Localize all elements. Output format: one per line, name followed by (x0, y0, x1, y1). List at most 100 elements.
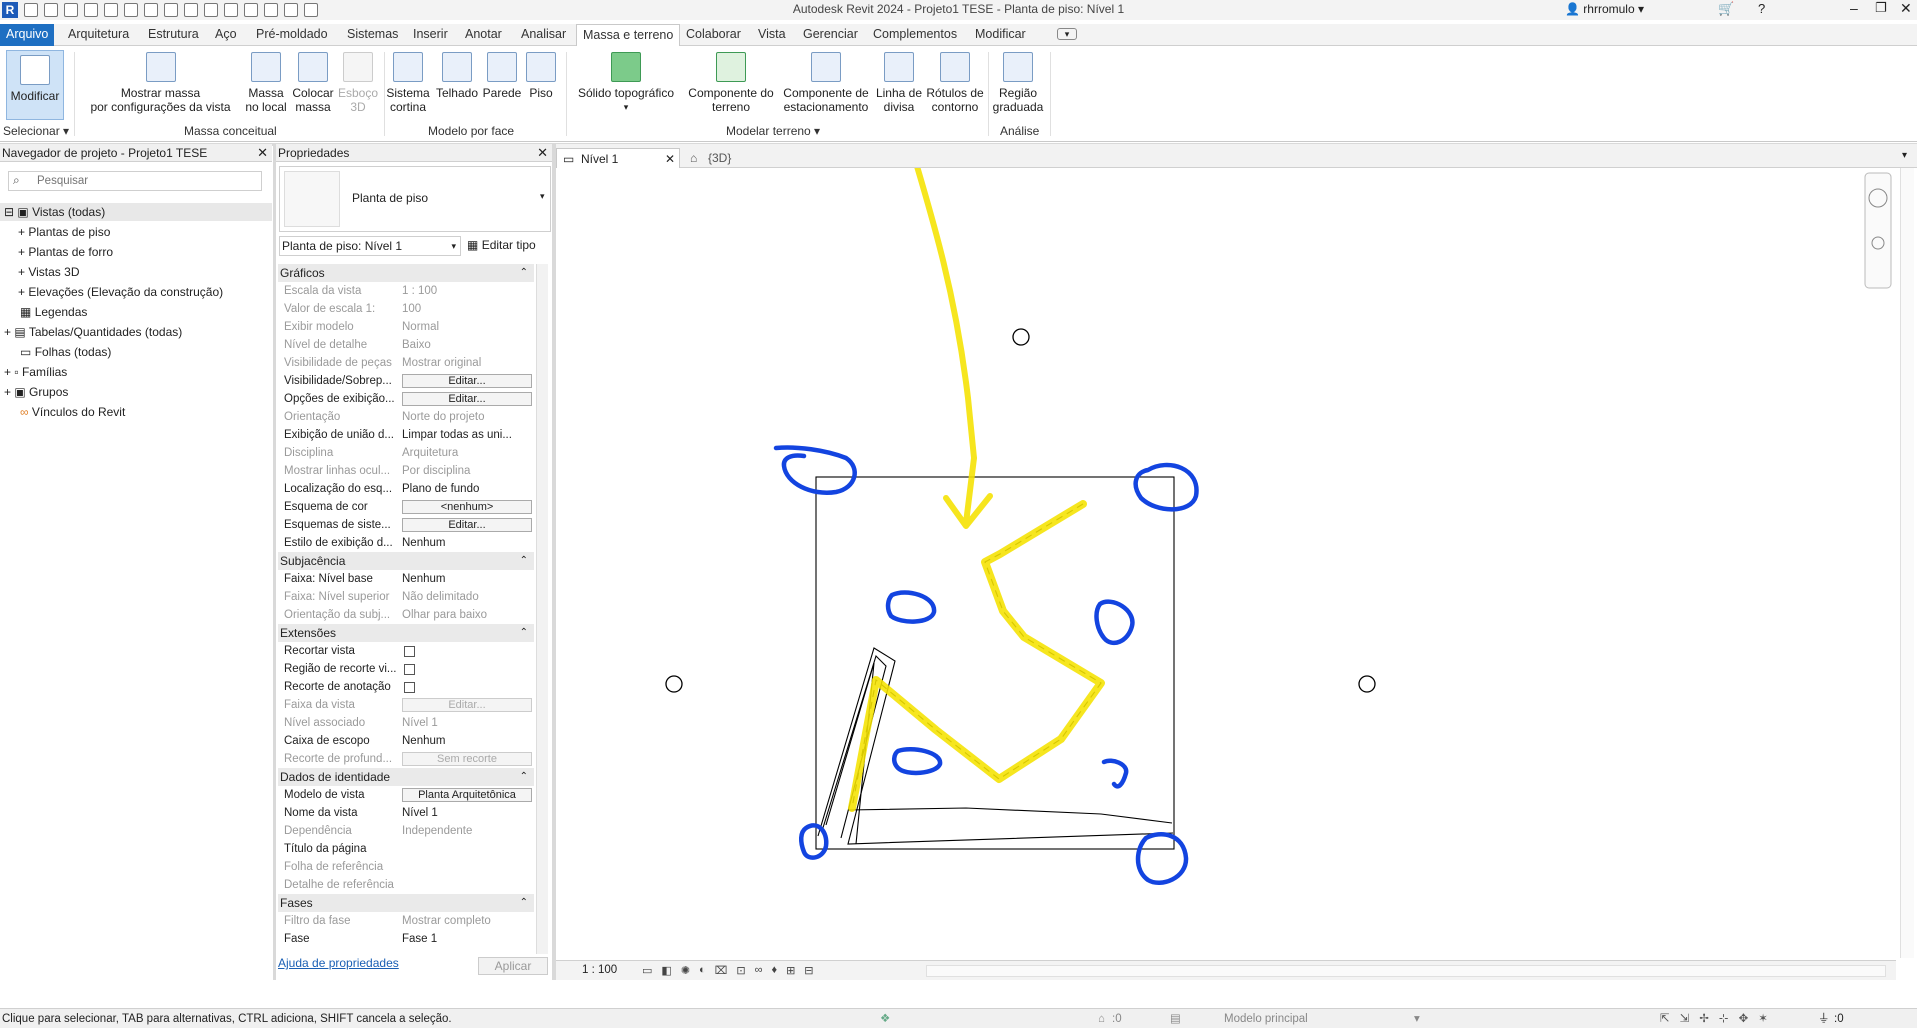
browser-search[interactable]: ⌕ (8, 171, 262, 191)
property-row[interactable]: Faixa: Nível base Nenhum (278, 570, 534, 588)
pane-splitter[interactable] (273, 144, 276, 980)
property-edit-button[interactable]: Sem recorte (402, 752, 532, 766)
property-row[interactable]: Valor de escala 1: 100 (278, 300, 534, 318)
property-row[interactable]: Detalhe de referência (278, 876, 534, 894)
toposolid-button[interactable]: Sólido topográfico ▾ (574, 52, 678, 114)
property-row[interactable]: Nível associado Nível 1 (278, 714, 534, 732)
vertical-scrollbar[interactable] (1900, 168, 1914, 958)
inplace-mass-button[interactable]: Massa no local (243, 52, 289, 114)
property-row[interactable]: Esquema de cor <nenhum> (278, 498, 534, 516)
property-row[interactable]: Nome da vista Nível 1 (278, 804, 534, 822)
curtain-system-button[interactable]: Sistema cortina (386, 52, 430, 114)
property-row[interactable]: Orientação da subj... Olhar para baixo (278, 606, 534, 624)
tree-item-folhas[interactable]: ▭ Folhas (todas) (20, 345, 111, 359)
tab-analisar[interactable]: Analisar (521, 27, 566, 41)
tree-item-plantas-forro[interactable]: + Plantas de forro (18, 245, 113, 259)
tab-arquitetura[interactable]: Arquitetura (68, 27, 129, 41)
tree-item-tabelas[interactable]: + ▤ Tabelas/Quantidades (todas) (4, 325, 182, 339)
tab-overflow-icon[interactable]: ▾ (1902, 150, 1907, 161)
tree-item-vistas-3d[interactable]: + Vistas 3D (18, 265, 79, 279)
tree-item-vistas[interactable]: ⊟ ▣ Vistas (todas) (4, 205, 105, 219)
property-edit-button[interactable]: <nenhum> (402, 500, 532, 514)
tab-vista[interactable]: Vista (758, 27, 786, 41)
property-row[interactable]: Folha de referência (278, 858, 534, 876)
shadows-icon[interactable]: ◐ (699, 964, 706, 977)
chevron-down-icon[interactable]: ▾ (1414, 1009, 1420, 1029)
properties-scrollbar[interactable] (536, 264, 548, 954)
select-dropdown[interactable]: Selecionar ▾ (3, 124, 69, 138)
analytical-model-icon[interactable]: ⊞ (786, 964, 795, 977)
design-options-icon[interactable]: ▤ (1170, 1009, 1181, 1029)
property-row[interactable]: Faixa: Nível superior Não delimitado (278, 588, 534, 606)
property-line-button[interactable]: Linha de divisa (874, 52, 924, 114)
property-row[interactable]: Recorte de anotação (278, 678, 534, 696)
close-icon[interactable]: ✕ (665, 149, 675, 169)
tab-anotar[interactable]: Anotar (465, 27, 502, 41)
property-checkbox[interactable] (404, 682, 415, 693)
property-row[interactable]: Título da página (278, 840, 534, 858)
toposolid-outline[interactable] (815, 476, 1175, 850)
sketch-3d-button[interactable]: Esboço 3D (336, 52, 380, 114)
worksharing-icon[interactable]: ❖ (880, 1009, 890, 1029)
cart-icon[interactable]: 🛒 (1718, 1, 1734, 17)
show-mass-button[interactable]: Mostrar massa por configurações da vista (88, 52, 233, 114)
property-row[interactable]: Opções de exibição... Editar... (278, 390, 534, 408)
ribbon-options-icon[interactable]: ▾ (1057, 28, 1077, 40)
property-row[interactable]: Recorte de profund... Sem recorte (278, 750, 534, 768)
property-row[interactable]: Exibição de união d... Limpar todas as un… (278, 426, 534, 444)
tab-sistemas[interactable]: Sistemas (347, 27, 398, 41)
property-checkbox[interactable] (404, 664, 415, 675)
drawing-canvas[interactable] (556, 168, 1896, 960)
apply-button[interactable]: Aplicar (478, 957, 548, 975)
tree-item-vinculos[interactable]: ∞ Vínculos do Revit (20, 405, 125, 419)
section-fases[interactable]: Fases ⌃ (278, 894, 534, 912)
select-pinned-icon[interactable]: ✢ (1699, 1009, 1709, 1029)
user-account[interactable]: 👤 rhrromulo ▾ (1565, 2, 1644, 16)
property-row[interactable]: Recortar vista (278, 642, 534, 660)
parking-component-button[interactable]: Componente de estacionamento (780, 52, 872, 114)
drag-elements-icon[interactable]: ✥ (1739, 1009, 1749, 1029)
tree-item-plantas-piso[interactable]: + Plantas de piso (18, 225, 110, 239)
property-row[interactable]: Esquemas de siste... Editar... (278, 516, 534, 534)
tree-item-legendas[interactable]: ▦ Legendas (20, 305, 87, 319)
property-row[interactable]: Orientação Norte do projeto (278, 408, 534, 426)
section-graficos[interactable]: Gráficos ⌃ (278, 264, 534, 282)
navigation-bar[interactable] (1864, 172, 1892, 289)
temporary-hide-icon[interactable]: ∞ (755, 964, 763, 977)
property-row[interactable]: Caixa de escopo Nenhum (278, 732, 534, 750)
floor-button[interactable]: Piso (524, 52, 558, 100)
minimize-button[interactable]: – (1850, 0, 1858, 16)
tab-aco[interactable]: Aço (215, 27, 237, 41)
restore-button[interactable]: ❐ (1875, 0, 1887, 16)
property-row[interactable]: Exibir modelo Normal (278, 318, 534, 336)
tree-item-familias[interactable]: + ▫ Famílias (4, 365, 67, 379)
contour-labels-button[interactable]: Rótulos de contorno (924, 52, 986, 114)
property-edit-button[interactable]: Editar... (402, 392, 532, 406)
property-row[interactable]: Filtro da fase Mostrar completo (278, 912, 534, 930)
edit-type-button[interactable]: ▦ Editar tipo (467, 238, 536, 252)
roof-button[interactable]: Telhado (433, 52, 481, 100)
help-icon[interactable]: ? (1758, 1, 1765, 16)
tree-item-elevacoes[interactable]: + Elevações (Elevação da construção) (18, 285, 223, 299)
visual-style-icon[interactable]: ◧ (661, 964, 671, 977)
property-row[interactable]: Região de recorte vi... (278, 660, 534, 678)
close-window-button[interactable]: ✕ (1900, 0, 1912, 17)
property-row[interactable]: Escala da vista 1 : 100 (278, 282, 534, 300)
graded-region-button[interactable]: Região graduada (992, 52, 1044, 114)
background-process-icon[interactable]: ✶ (1758, 1009, 1768, 1029)
wall-button[interactable]: Parede (480, 52, 524, 100)
place-mass-button[interactable]: Colocar massa (291, 52, 335, 114)
tab-gerenciar[interactable]: Gerenciar (803, 27, 858, 41)
tab-pre-moldado[interactable]: Pré-moldado (256, 27, 328, 41)
type-selector[interactable]: Planta de piso ▾ (279, 166, 551, 232)
tab-complementos[interactable]: Complementos (873, 27, 957, 41)
modify-button[interactable]: Modificar (6, 50, 64, 120)
editable-icon[interactable]: ⌂ (1098, 1009, 1105, 1029)
horizontal-scrollbar[interactable] (926, 965, 1886, 977)
select-underlay-icon[interactable]: ⇲ (1680, 1009, 1690, 1029)
view-tab-nivel-1[interactable]: ▭ Nível 1 ✕ (556, 148, 680, 168)
reveal-hidden-icon[interactable]: ♦ (771, 964, 777, 977)
tab-massa-e-terreno[interactable]: Massa e terreno (576, 24, 681, 46)
detail-level-icon[interactable]: ▭ (642, 964, 652, 977)
property-row[interactable]: Nível de detalhe Baixo (278, 336, 534, 354)
